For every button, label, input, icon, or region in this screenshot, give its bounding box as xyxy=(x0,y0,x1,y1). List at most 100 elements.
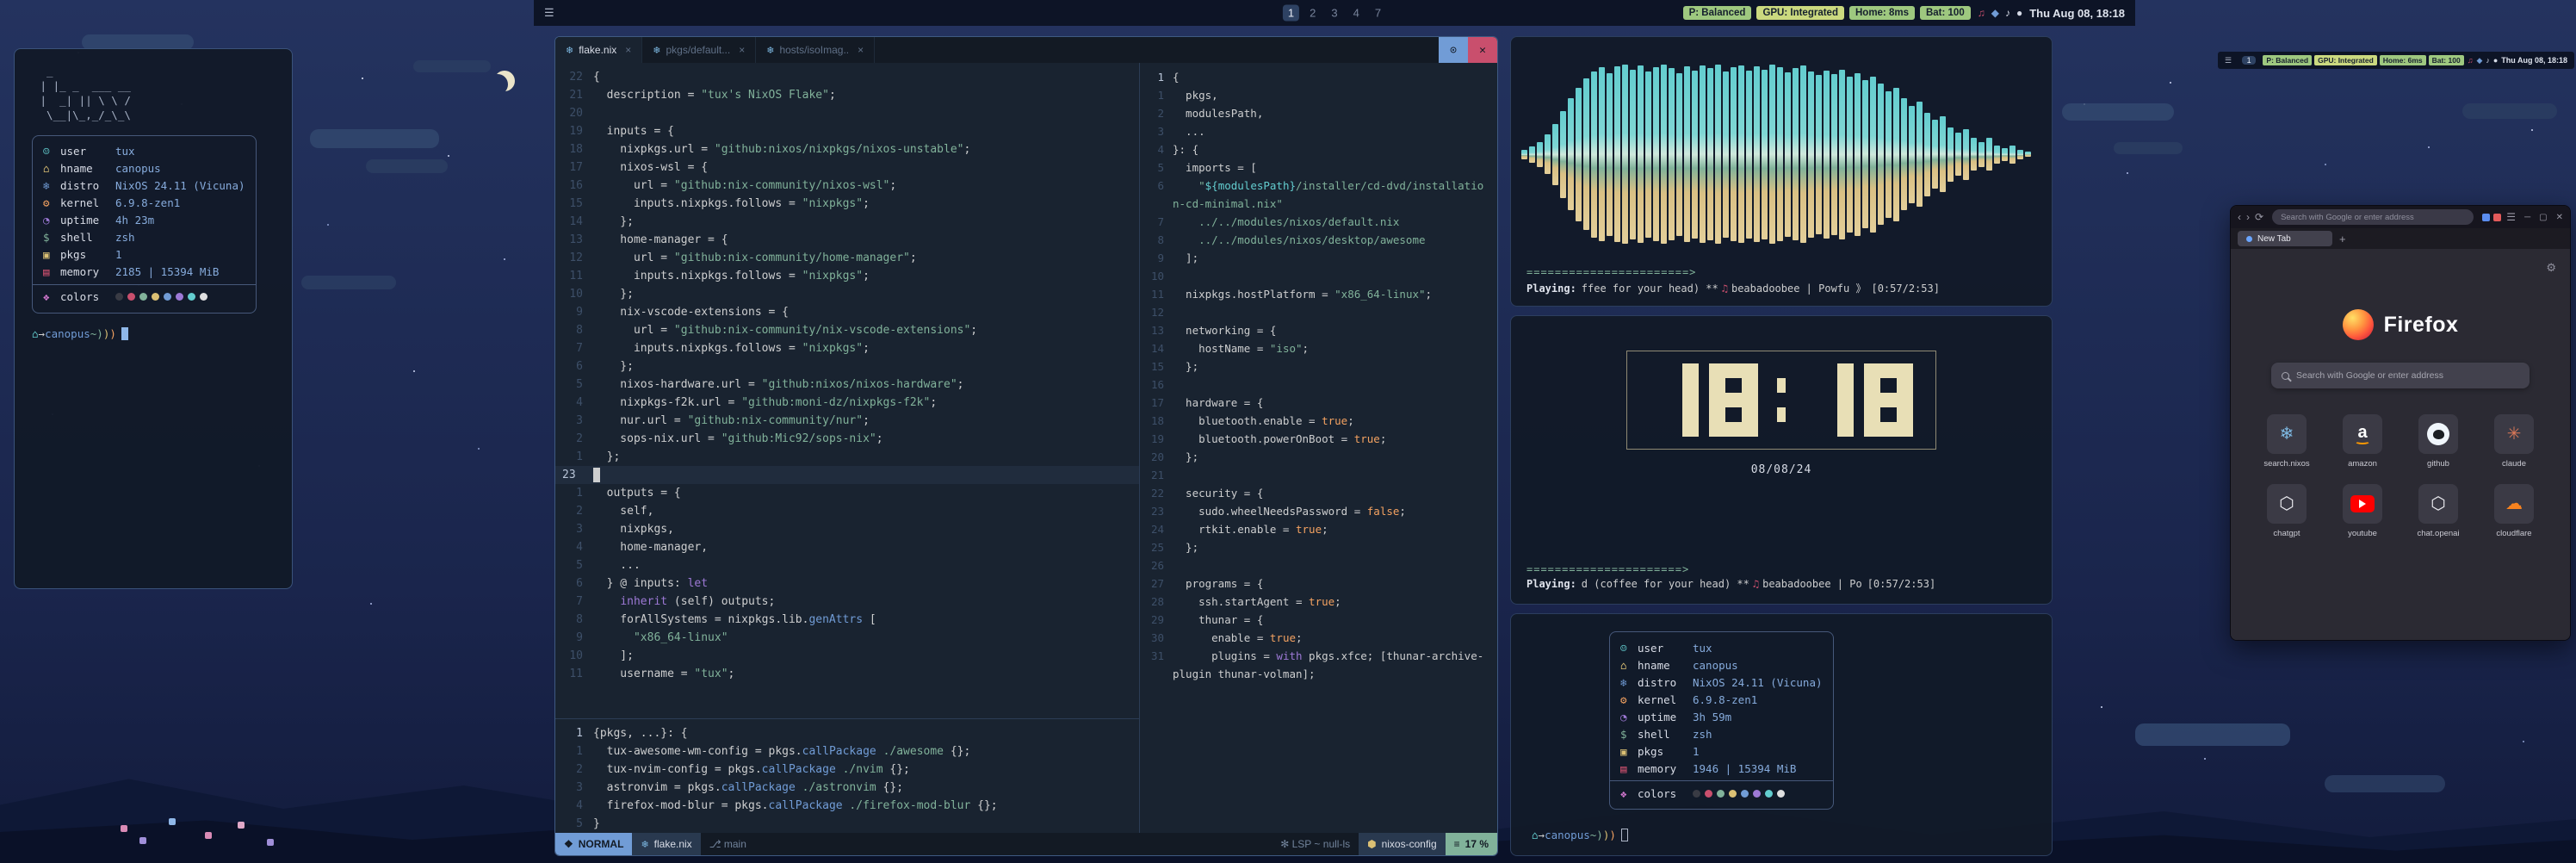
refresh-button[interactable]: ⟳ xyxy=(2255,211,2263,223)
url-bar[interactable]: Search with Google or enter address xyxy=(2272,209,2474,225)
cava-bar xyxy=(1568,98,1574,210)
repo-indicator: ⬢nixos-config xyxy=(1359,833,1446,855)
extension-icon-blue[interactable] xyxy=(2482,214,2490,221)
fetch-value: zsh xyxy=(115,231,135,244)
cava-bar xyxy=(1886,91,1892,218)
back-button[interactable]: ‹ xyxy=(2238,211,2241,223)
tag-3[interactable]: 3 xyxy=(1326,5,1342,22)
tab-new-tab[interactable]: New Tab xyxy=(2238,231,2332,246)
close-button[interactable]: ✕ xyxy=(2556,213,2563,222)
shortcut-claude[interactable]: ✳claude xyxy=(2486,414,2542,469)
cava-bar xyxy=(1537,142,1543,167)
cloud xyxy=(301,276,396,289)
editor-pane-pkgs[interactable]: 1{pkgs, ...}: {1 tux-awesome-wm-config =… xyxy=(555,719,1139,833)
code-line: 4 nixpkgs-f2k.url = "github:moni-dz/nixp… xyxy=(555,394,1139,412)
tag-1[interactable]: 1 xyxy=(2242,56,2256,65)
tag-1[interactable]: 1 xyxy=(1283,5,1299,22)
fetch-field-user: ☺usertux xyxy=(1620,639,1823,656)
code-line: 6 } @ inputs: let xyxy=(555,574,1139,593)
volume-icon[interactable]: ♪ xyxy=(2005,7,2010,19)
window-close-button[interactable]: ✕ xyxy=(1468,37,1497,63)
minimize-button[interactable]: ─ xyxy=(2524,213,2530,222)
cava-window[interactable]: =======================> Playing:ffee fo… xyxy=(1510,36,2053,307)
lsp-status: ✻ LSP ~ null-ls xyxy=(1272,838,1359,850)
tab-flake-nix[interactable]: ❄flake.nix× xyxy=(555,37,642,63)
code-line: 5 imports = [ xyxy=(1140,158,1497,177)
tab-close-icon[interactable]: × xyxy=(858,44,864,56)
fetch-field-uptime: ◔uptime3h 59m xyxy=(1620,708,1823,725)
music-icon[interactable]: ♫ xyxy=(1978,7,1985,19)
new-tab-button[interactable]: + xyxy=(2339,233,2346,245)
cava-bar xyxy=(1576,88,1582,221)
music-icon[interactable]: ♫ xyxy=(2468,56,2474,65)
shortcut-amazon[interactable]: aamazon xyxy=(2334,414,2391,469)
tab-close-icon[interactable]: × xyxy=(625,44,631,56)
cava-bar xyxy=(1800,65,1806,243)
hname-icon: ⌂ xyxy=(43,162,60,175)
tag-4[interactable]: 4 xyxy=(1348,5,1365,22)
editor-pane-flake[interactable]: 22{21 description = "tux's NixOS Flake";… xyxy=(555,63,1139,718)
tag-2[interactable]: 2 xyxy=(1304,5,1321,22)
tab-hosts-isoimag-[interactable]: ❄hosts/isoImag..× xyxy=(756,37,875,63)
notifications-icon[interactable]: ● xyxy=(2493,56,2498,65)
clock-digit xyxy=(1864,363,1913,437)
newtab-search-input[interactable]: Search with Google or enter address xyxy=(2271,363,2530,388)
status-widgets: P: BalancedGPU: IntegratedHome: 8msBat: … xyxy=(1683,6,1971,20)
github-icon xyxy=(2418,414,2458,454)
shortcut-chatgpt[interactable]: ⬡chatgpt xyxy=(2258,484,2315,538)
fetch-field-memory: ▤memory1946 | 15394 MiB xyxy=(1620,760,1823,777)
bar-clock[interactable]: Thu Aug 08, 18:18 xyxy=(2029,7,2125,20)
cava-bar xyxy=(1847,77,1853,233)
palette-dot xyxy=(1693,790,1700,798)
maximize-button[interactable]: ▢ xyxy=(2539,213,2547,222)
tag-7[interactable]: 7 xyxy=(1370,5,1386,22)
code-line: 1 tux-awesome-wm-config = pkgs.callPacka… xyxy=(555,742,1139,761)
palette-dot xyxy=(1741,790,1749,798)
code-line: n-cd-minimal.nix" xyxy=(1140,195,1497,213)
shortcut-chat-openai[interactable]: ⬡chat.openai xyxy=(2410,484,2467,538)
cava-bar xyxy=(1963,129,1969,180)
shortcut-github[interactable]: github xyxy=(2410,414,2467,469)
bar-clock[interactable]: Thu Aug 08, 18:18 xyxy=(2501,56,2567,65)
code-line: 31 plugins = with pkgs.xfce; [thunar-arc… xyxy=(1140,647,1497,665)
firefox-logo-icon xyxy=(2343,309,2374,340)
extension-icon-red[interactable] xyxy=(2493,214,2501,221)
notifications-icon[interactable]: ● xyxy=(2016,7,2022,19)
cava-bar xyxy=(1924,113,1930,196)
clock-window[interactable]: 08/08/24 ======================> Playing… xyxy=(1510,315,2053,605)
eye-button[interactable]: ⊙ xyxy=(1439,37,1468,63)
palette-dot xyxy=(139,293,147,301)
shortcut-search-nixos[interactable]: ❄search.nixos xyxy=(2258,414,2315,469)
menu-button[interactable]: ☰ xyxy=(2506,211,2516,223)
cava-bar xyxy=(1599,67,1605,241)
terminal-fetch-window[interactable]: _ | |_ _ ___ __ | _| || \ \ / \__|\_,_/_… xyxy=(14,48,293,589)
code-line: 23 sudo.wheelNeedsPassword = false; xyxy=(1140,502,1497,520)
terminal-fetch-window[interactable]: ☺usertux⌂hnamecanopus❄distroNixOS 24.11 … xyxy=(1510,613,2053,856)
cava-bar xyxy=(1862,80,1868,228)
fetch-value: 6.9.8-zen1 xyxy=(115,196,180,209)
fetch-field-shell: $shellzsh xyxy=(1620,725,1823,742)
cava-bar xyxy=(1607,73,1613,236)
moon xyxy=(494,71,515,91)
code-line: 3 nur.url = "github:nix-community/nur"; xyxy=(555,412,1139,430)
bluetooth-icon[interactable]: ◆ xyxy=(1991,7,1999,19)
cava-bar xyxy=(1622,65,1628,244)
palette-dot xyxy=(1705,790,1712,798)
code-line: 12 xyxy=(1140,303,1497,321)
tab-pkgs-default-[interactable]: ❄pkgs/default...× xyxy=(642,37,756,63)
forward-button[interactable]: › xyxy=(2246,211,2250,223)
fetch-label: distro xyxy=(60,179,115,192)
menu-icon[interactable]: ☰ xyxy=(2225,56,2232,65)
shortcut-youtube[interactable]: youtube xyxy=(2334,484,2391,538)
menu-icon[interactable]: ☰ xyxy=(544,6,554,20)
uptime-icon: ◔ xyxy=(1620,711,1638,723)
shortcut-cloudflare[interactable]: ☁cloudflare xyxy=(2486,484,2542,538)
cava-bar xyxy=(1816,75,1822,234)
gear-icon[interactable]: ⚙ xyxy=(2546,261,2556,275)
fetch-value: 3h 59m xyxy=(1693,711,1731,723)
editor-pane-iso[interactable]: 1{1 pkgs,2 modulesPath,3 ...4}: {5 impor… xyxy=(1140,63,1497,833)
volume-icon[interactable]: ♪ xyxy=(2486,56,2490,65)
bluetooth-icon[interactable]: ◆ xyxy=(2476,56,2482,65)
tab-close-icon[interactable]: × xyxy=(739,44,745,56)
uptime-icon: ◔ xyxy=(43,214,60,227)
